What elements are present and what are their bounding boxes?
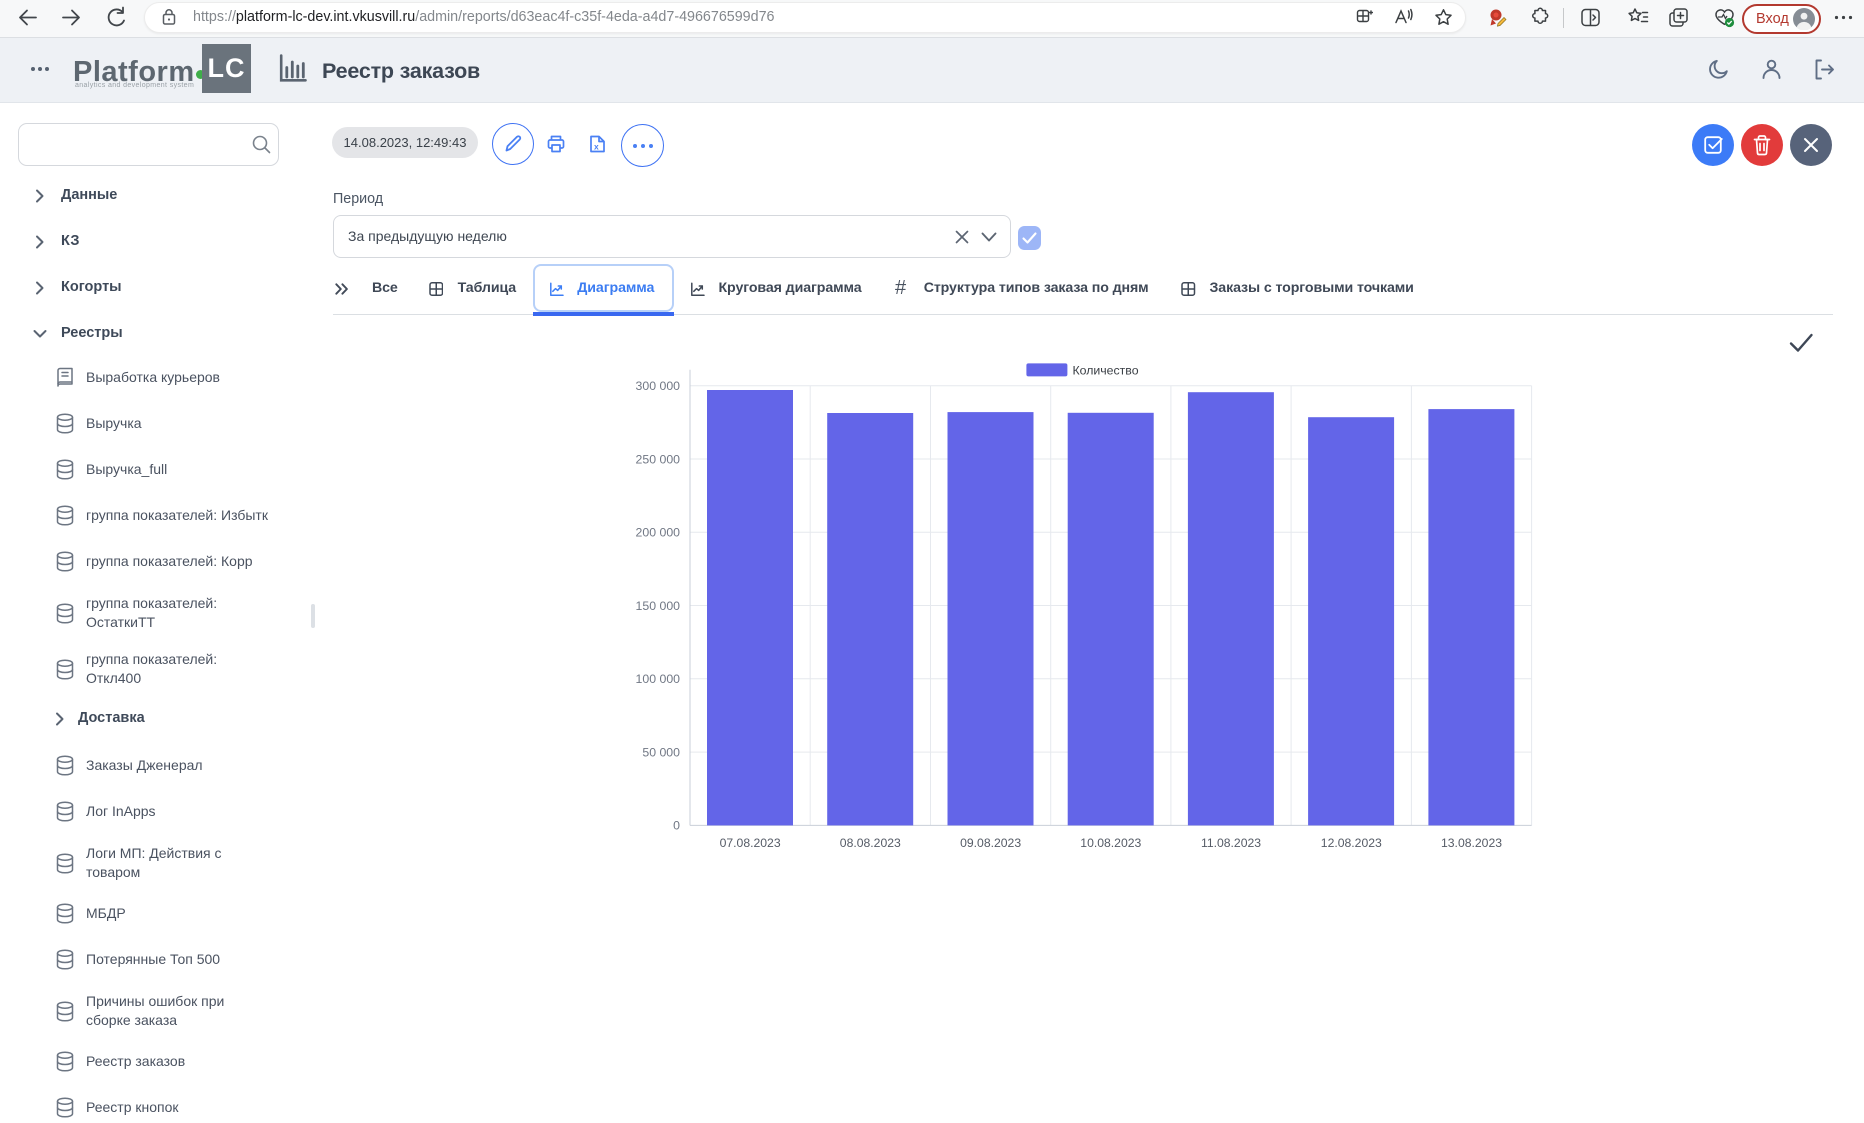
svg-text:09.08.2023: 09.08.2023 xyxy=(960,836,1021,850)
svg-text:13.08.2023: 13.08.2023 xyxy=(1441,836,1502,850)
svg-text:10.08.2023: 10.08.2023 xyxy=(1080,836,1141,850)
svg-text:250 000: 250 000 xyxy=(636,452,681,466)
svg-text:200 000: 200 000 xyxy=(636,526,681,540)
svg-text:x: x xyxy=(594,142,599,152)
svg-text:150 000: 150 000 xyxy=(636,599,681,613)
svg-text:100 000: 100 000 xyxy=(636,672,681,686)
svg-text:0: 0 xyxy=(673,819,680,833)
svg-text:07.08.2023: 07.08.2023 xyxy=(720,836,781,850)
svg-text:Количество: Количество xyxy=(1073,363,1139,377)
svg-text:12.08.2023: 12.08.2023 xyxy=(1321,836,1382,850)
svg-text:300 000: 300 000 xyxy=(636,379,681,393)
svg-text:11.08.2023: 11.08.2023 xyxy=(1201,836,1261,850)
svg-text:50 000: 50 000 xyxy=(642,745,680,759)
svg-text:08.08.2023: 08.08.2023 xyxy=(840,836,901,850)
